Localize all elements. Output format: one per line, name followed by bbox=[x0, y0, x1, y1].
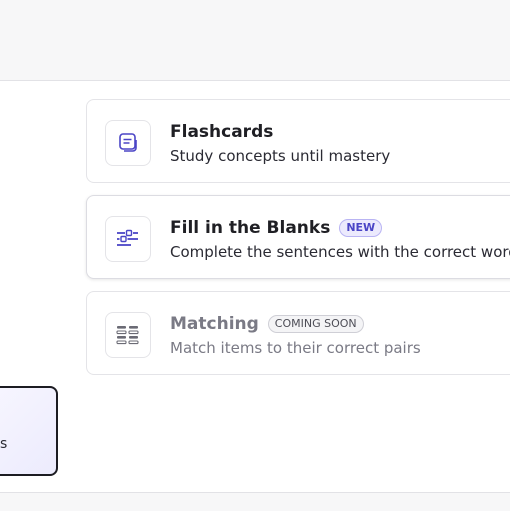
selected-side-card[interactable]: s bbox=[0, 386, 58, 476]
flashcards-option-card[interactable]: Flashcards Study concepts until mastery bbox=[86, 99, 510, 183]
top-bar bbox=[0, 0, 510, 81]
matching-option-card: Matching COMING SOON Match items to thei… bbox=[86, 291, 510, 375]
fill-in-the-blanks-title-text: Fill in the Blanks bbox=[170, 218, 331, 238]
bottom-bar bbox=[0, 492, 510, 511]
matching-title-text: Matching bbox=[170, 314, 259, 334]
flashcards-icon bbox=[105, 120, 151, 166]
fill-in-the-blanks-description: Complete the sentences with the correct … bbox=[170, 243, 510, 261]
flashcards-title: Flashcards bbox=[170, 122, 273, 142]
fill-in-the-blanks-option-card[interactable]: Fill in the Blanks NEW Complete the sent… bbox=[86, 195, 510, 279]
fill-blanks-icon bbox=[105, 216, 151, 262]
new-badge: NEW bbox=[339, 219, 383, 237]
matching-description: Match items to their correct pairs bbox=[170, 339, 421, 357]
matching-icon bbox=[105, 312, 151, 358]
coming-soon-badge: COMING SOON bbox=[267, 315, 364, 333]
flashcards-description: Study concepts until mastery bbox=[170, 147, 391, 165]
matching-title: Matching COMING SOON bbox=[170, 314, 364, 334]
flashcards-title-text: Flashcards bbox=[170, 122, 274, 142]
fill-in-the-blanks-title: Fill in the Blanks NEW bbox=[170, 218, 383, 238]
side-card-text-fragment: s bbox=[0, 436, 8, 452]
